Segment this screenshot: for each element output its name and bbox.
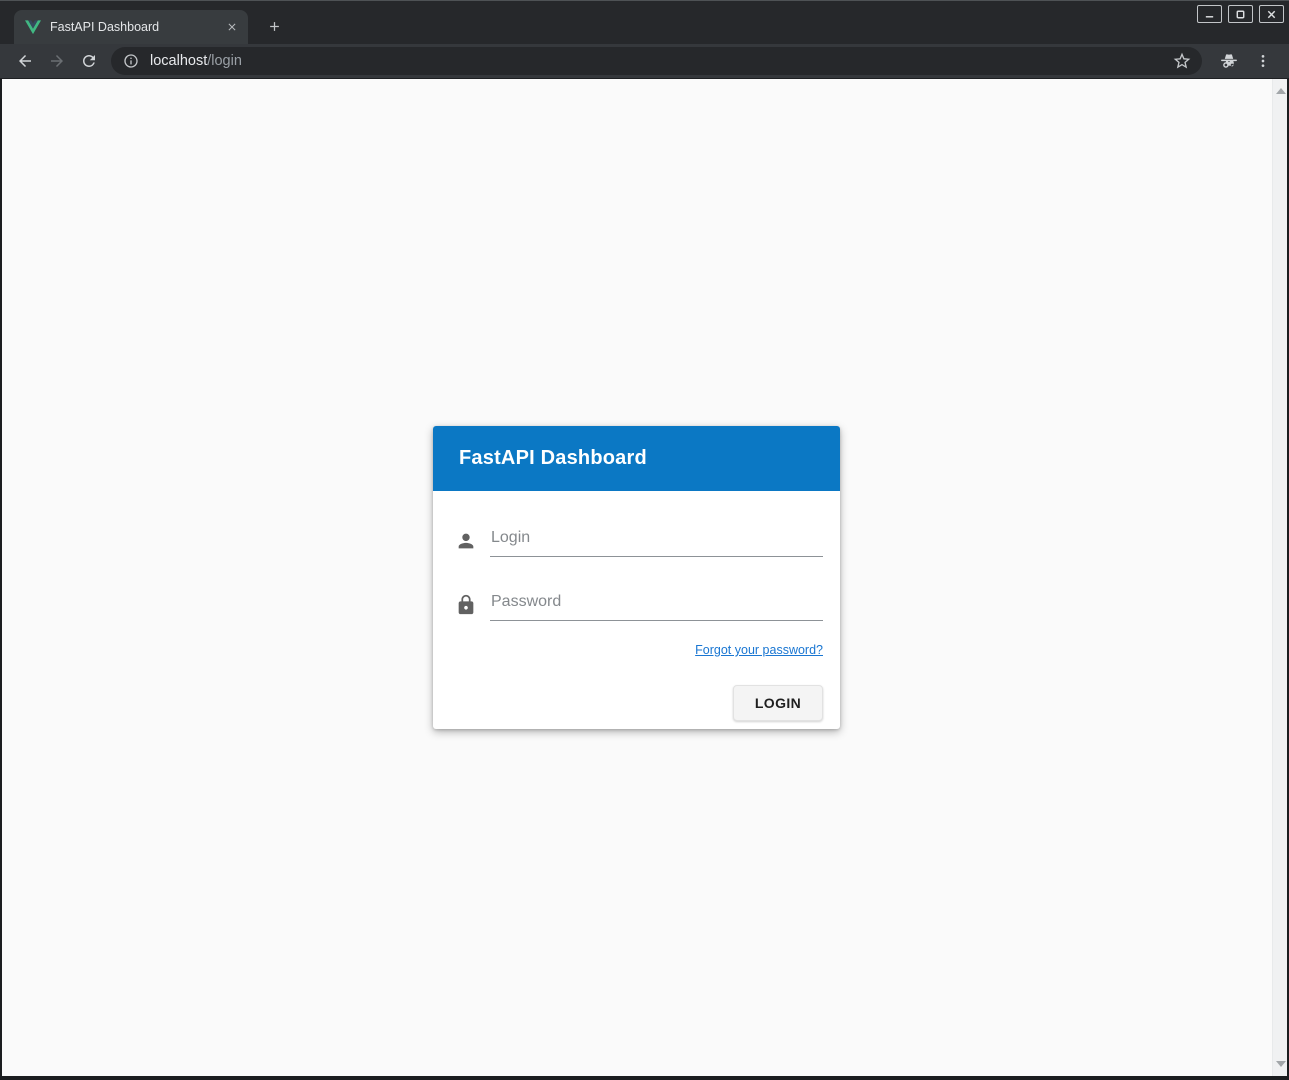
close-button[interactable]: [1259, 5, 1284, 23]
new-tab-button[interactable]: [263, 15, 285, 37]
scroll-up-icon[interactable]: [1276, 88, 1286, 94]
tab-strip: FastAPI Dashboard: [0, 1, 1289, 44]
login-card-title: FastAPI Dashboard: [459, 447, 647, 470]
scrollbar[interactable]: [1272, 79, 1287, 1076]
login-button-row: LOGIN: [455, 685, 823, 721]
reload-icon: [80, 52, 98, 70]
menu-dots-icon: [1255, 53, 1271, 69]
url-path: /login: [207, 53, 242, 69]
url-host: localhost: [150, 53, 207, 69]
login-field-row: [455, 529, 823, 557]
password-field-row: [455, 593, 823, 621]
forgot-password-link[interactable]: Forgot your password?: [695, 643, 823, 657]
forgot-password-row: Forgot your password?: [455, 641, 823, 659]
login-card-body: Forgot your password? LOGIN: [433, 491, 840, 729]
maximize-button[interactable]: [1228, 5, 1253, 23]
forward-arrow-icon: [48, 52, 66, 70]
login-card: FastAPI Dashboard Forgot your password? …: [433, 426, 840, 729]
vue-logo-icon: [25, 19, 41, 35]
incognito-icon: [1219, 51, 1239, 71]
page-content: FastAPI Dashboard Forgot your password? …: [2, 79, 1287, 1076]
address-bar[interactable]: localhost/login: [111, 47, 1202, 75]
password-input[interactable]: [490, 593, 823, 621]
login-input[interactable]: [490, 529, 823, 557]
reload-button[interactable]: [73, 47, 105, 75]
person-icon: [455, 530, 477, 552]
incognito-badge: [1212, 47, 1246, 75]
site-info-icon[interactable]: [123, 53, 139, 69]
url-text[interactable]: localhost/login: [150, 53, 242, 69]
lock-icon: [455, 594, 477, 616]
back-button[interactable]: [9, 47, 41, 75]
browser-toolbar: localhost/login: [0, 44, 1289, 79]
close-icon: [1266, 9, 1277, 20]
plus-icon: [267, 19, 282, 34]
browser-menu-button[interactable]: [1246, 47, 1280, 75]
back-arrow-icon: [16, 52, 34, 70]
minimize-button[interactable]: [1197, 5, 1222, 23]
forward-button[interactable]: [41, 47, 73, 75]
login-button[interactable]: LOGIN: [733, 685, 823, 721]
browser-window: FastAPI Dashboard: [0, 0, 1289, 1080]
minimize-icon: [1204, 9, 1215, 20]
scroll-down-icon[interactable]: [1276, 1061, 1286, 1067]
tab-title: FastAPI Dashboard: [50, 20, 224, 34]
browser-tab[interactable]: FastAPI Dashboard: [14, 10, 248, 44]
login-card-header: FastAPI Dashboard: [433, 426, 840, 491]
maximize-icon: [1235, 9, 1246, 20]
tab-close-icon[interactable]: [224, 19, 240, 35]
bookmark-star-icon[interactable]: [1172, 51, 1192, 71]
window-controls: [1191, 5, 1284, 23]
